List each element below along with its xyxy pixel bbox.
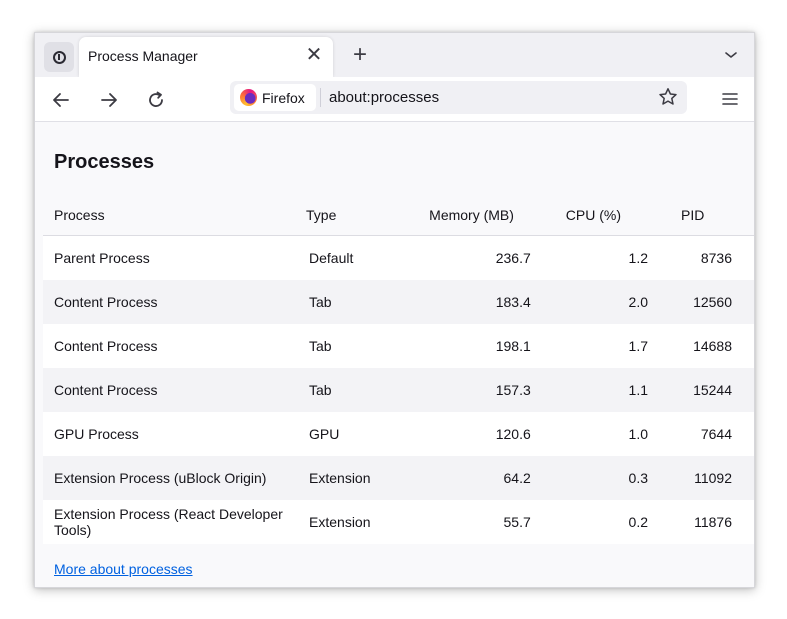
cell-cpu: 1.0: [628, 426, 648, 442]
cell-pid: 15244: [693, 382, 732, 398]
cell-type: Tab: [309, 338, 332, 354]
table-row[interactable]: Parent Process Default 236.7 1.2 8736: [43, 235, 754, 280]
cell-process: Content Process: [54, 294, 158, 310]
cell-memory: 236.7: [495, 250, 531, 266]
reload-icon[interactable]: [143, 87, 169, 113]
cell-type: Extension: [309, 470, 371, 486]
column-header-cpu[interactable]: CPU (%): [530, 194, 648, 236]
tab-process-manager[interactable]: Process Manager ✕: [79, 37, 333, 77]
process-table: Process Type Memory (MB) CPU (%) PID Par…: [43, 194, 754, 544]
column-header-memory[interactable]: Memory (MB): [410, 194, 531, 236]
table-row[interactable]: Content Process Tab 198.1 1.7 14688: [43, 324, 754, 368]
info-icon[interactable]: [44, 42, 74, 72]
arrow-left-icon[interactable]: [48, 87, 74, 113]
cell-memory: 157.3: [495, 382, 531, 398]
cell-process: Parent Process: [54, 250, 150, 266]
cell-memory: 55.7: [503, 514, 531, 530]
cell-memory: 120.6: [495, 426, 531, 442]
cell-memory: 183.4: [495, 294, 531, 310]
url-input[interactable]: about:processes: [329, 89, 439, 106]
cell-type: Tab: [309, 294, 332, 310]
table-row[interactable]: Content Process Tab 157.3 1.1 15244: [43, 368, 754, 412]
navigation-bar: Firefox about:processes: [35, 77, 754, 122]
column-header-type[interactable]: Type: [306, 194, 411, 236]
hamburger-menu-icon[interactable]: [721, 90, 739, 108]
cell-cpu: 1.7: [628, 338, 648, 354]
cell-cpu: 0.2: [628, 514, 648, 530]
cell-memory: 198.1: [495, 338, 531, 354]
cell-process: Extension Process (uBlock Origin): [54, 470, 267, 486]
cell-type: Default: [309, 250, 354, 266]
close-tab-icon[interactable]: ✕: [303, 44, 325, 66]
table-header-row: Process Type Memory (MB) CPU (%) PID: [43, 194, 754, 236]
star-icon[interactable]: [657, 86, 679, 108]
table-row[interactable]: Content Process Tab 183.4 2.0 12560: [43, 280, 754, 324]
cell-cpu: 1.2: [628, 250, 648, 266]
cell-pid: 14688: [693, 338, 732, 354]
page-content: Processes Process Type Memory (MB) CPU (…: [35, 122, 754, 587]
table-row[interactable]: GPU Process GPU 120.6 1.0 7644: [43, 412, 754, 456]
cell-cpu: 2.0: [628, 294, 648, 310]
url-bar[interactable]: Firefox about:processes: [230, 81, 687, 114]
column-header-process[interactable]: Process: [43, 194, 307, 236]
cell-pid: 11092: [694, 470, 732, 486]
chevron-down-icon[interactable]: [721, 45, 741, 65]
more-about-processes-link[interactable]: More about processes: [54, 561, 193, 577]
cell-cpu: 1.1: [628, 382, 648, 398]
identity-label: Firefox: [262, 89, 305, 106]
cell-process: Extension Process (React Developer Tools…: [54, 506, 283, 538]
tab-title: Process Manager: [88, 48, 198, 64]
column-header-pid[interactable]: PID: [648, 194, 754, 236]
cell-type: GPU: [309, 426, 340, 442]
table-row[interactable]: Extension Process (React Developer Tools…: [43, 500, 754, 544]
url-separator: [320, 88, 321, 107]
new-tab-button[interactable]: +: [346, 42, 374, 70]
identity-box[interactable]: Firefox: [234, 84, 316, 111]
cell-process: GPU Process: [54, 426, 139, 442]
cell-cpu: 0.3: [628, 470, 648, 486]
cell-type: Tab: [309, 382, 332, 398]
cell-pid: 8736: [700, 250, 732, 266]
cell-process: Content Process: [54, 382, 158, 398]
cell-pid: 11876: [694, 514, 732, 530]
firefox-logo-icon: [240, 89, 257, 106]
tab-strip: Process Manager ✕ +: [35, 33, 754, 77]
cell-process: Content Process: [54, 338, 158, 354]
cell-type: Extension: [309, 514, 371, 530]
arrow-right-icon[interactable]: [96, 87, 122, 113]
cell-pid: 12560: [693, 294, 732, 310]
cell-pid: 7644: [700, 426, 732, 442]
browser-window: Process Manager ✕ + Firefox about:proces…: [34, 32, 755, 588]
cell-memory: 64.2: [503, 470, 531, 486]
page-title: Processes: [54, 151, 155, 173]
table-row[interactable]: Extension Process (uBlock Origin) Extensi…: [43, 456, 754, 500]
